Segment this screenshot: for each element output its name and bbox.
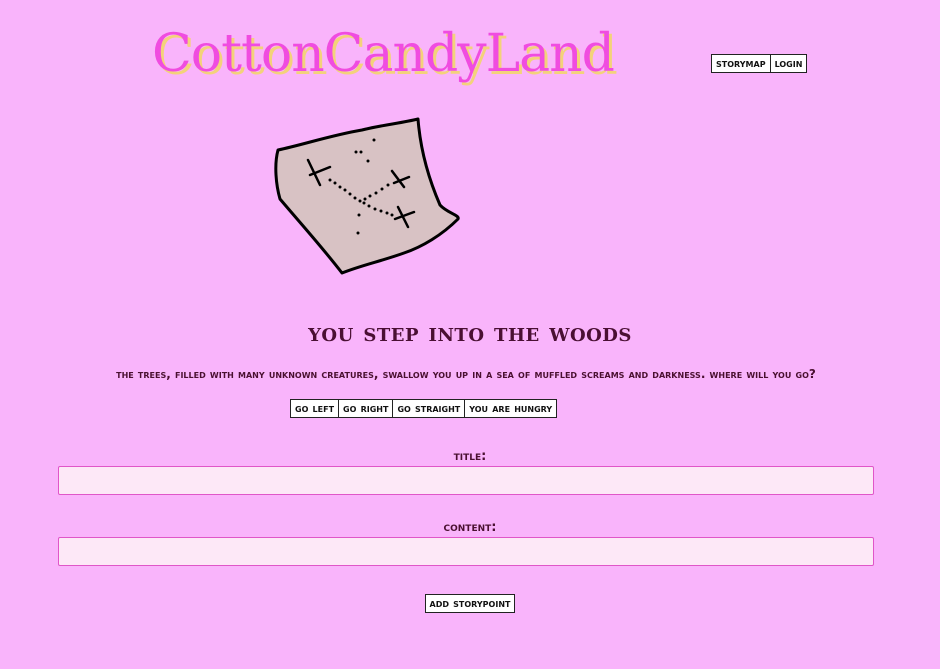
login-button[interactable]: login (769, 54, 808, 73)
content-input[interactable] (58, 537, 874, 566)
add-storypoint-button[interactable]: add storypoint (424, 594, 516, 613)
choice-go-straight-button[interactable]: go straight (392, 399, 466, 418)
submit-row: add storypoint (0, 592, 940, 613)
title-input[interactable] (58, 466, 874, 495)
choice-hungry-button[interactable]: you are hungry (464, 399, 558, 418)
choice-buttons: go left go right go straight you are hun… (290, 399, 558, 418)
site-title: CottonCandyLand (152, 24, 615, 84)
choice-go-left-button[interactable]: go left (290, 399, 340, 418)
content-label: content: (443, 520, 497, 535)
treasure-map-icon (274, 117, 460, 275)
scene-title: You step into the woods (308, 318, 632, 348)
scene-description: The trees, filled with many unknown crea… (116, 367, 816, 381)
title-label: title: (453, 449, 487, 464)
choice-go-right-button[interactable]: go right (338, 399, 394, 418)
storymap-button[interactable]: storymap (711, 54, 771, 73)
top-nav: storymap login (711, 54, 808, 73)
